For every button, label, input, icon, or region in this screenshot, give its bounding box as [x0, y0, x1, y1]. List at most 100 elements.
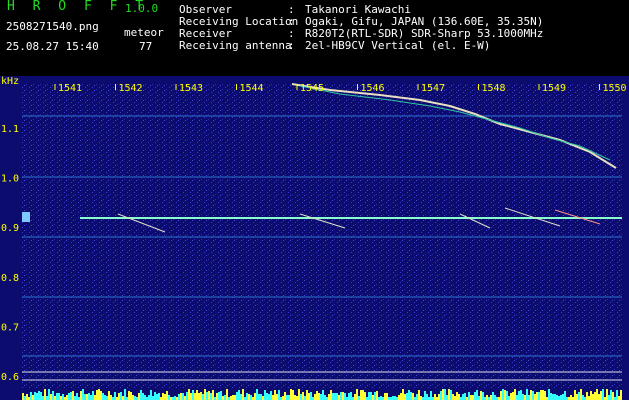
x-tick-label: 1542 [119, 83, 143, 94]
signal-level-bar [464, 393, 466, 400]
signal-level-bar [598, 394, 600, 400]
signal-level-bar [232, 395, 234, 400]
signal-level-bar [130, 392, 132, 400]
y-tick-label: 0.7 [1, 322, 19, 333]
signal-level-bar [110, 395, 112, 400]
signal-level-bar [282, 396, 284, 400]
signal-level-bar [192, 390, 194, 400]
signal-level-bar [526, 389, 528, 400]
signal-level-bar [76, 393, 78, 400]
signal-level-bar [358, 396, 360, 400]
signal-level-bar [516, 395, 518, 400]
date-time: 25.08.27 15:40 [6, 40, 99, 53]
signal-level-bar [360, 390, 362, 400]
signal-level-bar [492, 392, 494, 400]
signal-level-bar [478, 396, 480, 400]
signal-level-bar [38, 391, 40, 400]
signal-level-bar [586, 392, 588, 400]
signal-level-bar [542, 390, 544, 400]
signal-level-bar [446, 395, 448, 400]
signal-level-bar [520, 390, 522, 400]
signal-level-bar [24, 396, 26, 400]
signal-level-bar [620, 390, 622, 400]
signal-level-bar [262, 396, 264, 400]
signal-level-bar [236, 392, 238, 400]
signal-level-bar [270, 391, 272, 400]
signal-level-bar [556, 395, 558, 400]
signal-level-bar [200, 392, 202, 400]
signal-level-bar [458, 394, 460, 400]
signal-level-bar [320, 394, 322, 400]
signal-level-bar [164, 394, 166, 400]
signal-level-bar [118, 393, 120, 400]
signal-level-bar [36, 393, 38, 400]
signal-level-bar [334, 393, 336, 400]
signal-level-bar [196, 390, 198, 400]
signal-level-bar [592, 394, 594, 400]
signal-level-bar [132, 395, 134, 400]
signal-level-bar [154, 392, 156, 400]
signal-level-bar [406, 393, 408, 400]
signal-level-bar [210, 393, 212, 400]
signal-level-bar [550, 393, 552, 400]
signal-level-bar [448, 389, 450, 400]
signal-level-bar [216, 393, 218, 400]
signal-level-bar [54, 396, 56, 400]
signal-level-bar [452, 394, 454, 400]
signal-level-bar [544, 391, 546, 400]
signal-level-bar [440, 391, 442, 400]
signal-level-bar [156, 394, 158, 400]
detection-type: meteor [124, 26, 164, 39]
signal-level-bar [490, 395, 492, 400]
signal-level-bar [468, 392, 470, 400]
signal-level-bar [402, 389, 404, 400]
signal-level-bar [562, 394, 564, 400]
signal-level-bar [404, 394, 406, 400]
signal-level-bar [474, 392, 476, 400]
signal-level-bar [536, 392, 538, 400]
y-tick-label: 1.0 [1, 174, 19, 185]
signal-level-bar [588, 396, 590, 400]
signal-level-bar [530, 390, 532, 400]
signal-level-bar [46, 396, 48, 400]
signal-level-bar [298, 389, 300, 400]
signal-level-bar [114, 392, 116, 400]
x-tick-label: 1543 [179, 83, 203, 94]
signal-level-bar [538, 392, 540, 400]
signal-level-bar [318, 393, 320, 400]
signal-level-bar [306, 390, 308, 400]
header-panel: H R O F F T 1.0.0 2508271540.png meteor … [0, 0, 629, 76]
signal-level-bar [260, 394, 262, 400]
signal-level-bar [430, 391, 432, 400]
signal-level-bar [226, 389, 228, 400]
signal-level-bar [420, 396, 422, 400]
x-tick-label: 1547 [421, 83, 445, 94]
signal-level-bar [394, 396, 396, 400]
signal-level-bar [528, 395, 530, 400]
signal-level-bar [208, 391, 210, 400]
signal-level-bar [60, 396, 62, 400]
signal-level-bar [548, 389, 550, 400]
signal-level-bar [330, 390, 332, 400]
signal-level-bar [310, 392, 312, 400]
signal-level-bar [376, 391, 378, 400]
signal-level-bar [444, 389, 446, 400]
signal-level-bar [372, 395, 374, 400]
carrier-burst [22, 212, 30, 222]
signal-level-bar [56, 393, 58, 400]
signal-level-bar [322, 390, 324, 400]
signal-level-bar [508, 396, 510, 400]
signal-level-bar [510, 393, 512, 400]
signal-level-bar [104, 395, 106, 400]
signal-level-bar [144, 395, 146, 400]
signal-level-bar [514, 389, 516, 400]
signal-level-bar [158, 393, 160, 400]
signal-level-bar [354, 394, 356, 400]
signal-level-bar [72, 391, 74, 400]
signal-level-bar [610, 390, 612, 400]
signal-level-bar [220, 391, 222, 400]
signal-level-bar [616, 390, 618, 400]
x-tick-label: 1549 [542, 83, 566, 94]
signal-level-bar [368, 392, 370, 400]
signal-level-bar [338, 395, 340, 400]
